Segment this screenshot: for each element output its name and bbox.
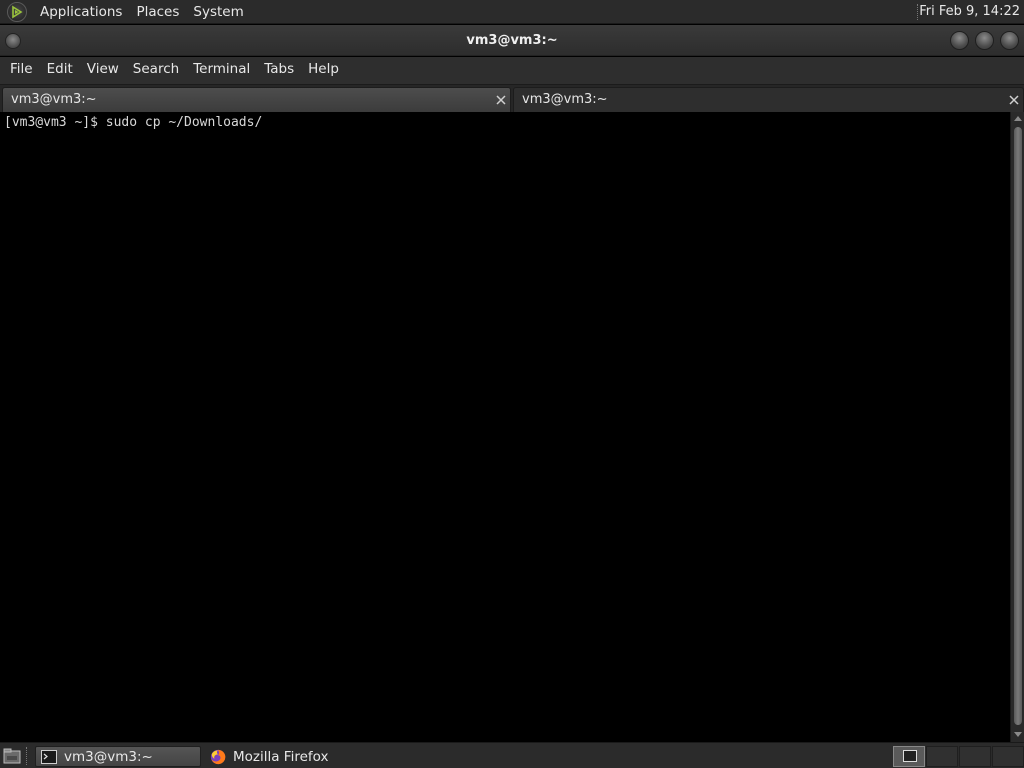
tab-label: vm3@vm3:~ (522, 92, 608, 107)
workspace-3[interactable] (959, 746, 991, 767)
tab-1[interactable]: vm3@vm3:~ (2, 87, 511, 113)
workspace-1[interactable] (893, 746, 925, 767)
places-menu[interactable]: Places (129, 0, 186, 24)
menu-file[interactable]: File (3, 57, 40, 84)
window-titlebar[interactable]: vm3@vm3:~ (0, 25, 1024, 56)
tab-bar: vm3@vm3:~ vm3@vm3:~ (0, 84, 1024, 113)
workspace-2[interactable] (926, 746, 958, 767)
tab-2[interactable]: vm3@vm3:~ (513, 87, 1024, 113)
taskbar-terminal-button[interactable]: vm3@vm3:~ (35, 746, 201, 767)
workspace-window-thumbnail (903, 750, 917, 762)
scroll-thumb[interactable] (1013, 126, 1023, 726)
taskbar-firefox-button[interactable]: Mozilla Firefox (205, 746, 375, 767)
window-title: vm3@vm3:~ (466, 33, 558, 48)
firefox-icon (210, 749, 226, 765)
workspace-4[interactable] (992, 746, 1024, 767)
close-icon[interactable] (1007, 93, 1021, 107)
top-panel: Applications Places System Fri Feb 9, 14… (0, 0, 1024, 24)
terminal-output[interactable]: [vm3@vm3 ~]$ sudo cp ~/Downloads/ (0, 112, 1010, 742)
vertical-scrollbar[interactable] (1010, 112, 1024, 742)
terminal-menubar: File Edit View Search Terminal Tabs Help (0, 57, 1024, 84)
terminal-line: [vm3@vm3 ~]$ sudo cp ~/Downloads/ (4, 115, 263, 130)
maximize-button[interactable] (975, 31, 994, 50)
clock[interactable]: Fri Feb 9, 14:22 (919, 0, 1020, 24)
show-desktop-icon[interactable] (2, 747, 22, 765)
task-label: vm3@vm3:~ (64, 748, 153, 765)
system-menu[interactable]: System (186, 0, 250, 24)
menu-help[interactable]: Help (301, 57, 346, 84)
menu-terminal[interactable]: Terminal (186, 57, 257, 84)
panel-separator (26, 747, 29, 765)
terminal-icon (41, 749, 57, 765)
applications-menu[interactable]: Applications (33, 0, 129, 24)
menu-view[interactable]: View (80, 57, 126, 84)
menu-edit[interactable]: Edit (40, 57, 80, 84)
tab-label: vm3@vm3:~ (11, 92, 97, 107)
menu-search[interactable]: Search (126, 57, 186, 84)
scroll-down-icon[interactable] (1014, 732, 1022, 737)
close-window-button[interactable] (1000, 31, 1019, 50)
menu-tabs[interactable]: Tabs (257, 57, 301, 84)
scroll-up-icon[interactable] (1014, 116, 1022, 121)
task-label: Mozilla Firefox (233, 748, 329, 765)
minimize-button[interactable] (950, 31, 969, 50)
bottom-panel: vm3@vm3:~ Mozilla Firefox (0, 742, 1024, 768)
distro-logo-icon[interactable] (7, 1, 27, 22)
close-icon[interactable] (494, 93, 508, 107)
